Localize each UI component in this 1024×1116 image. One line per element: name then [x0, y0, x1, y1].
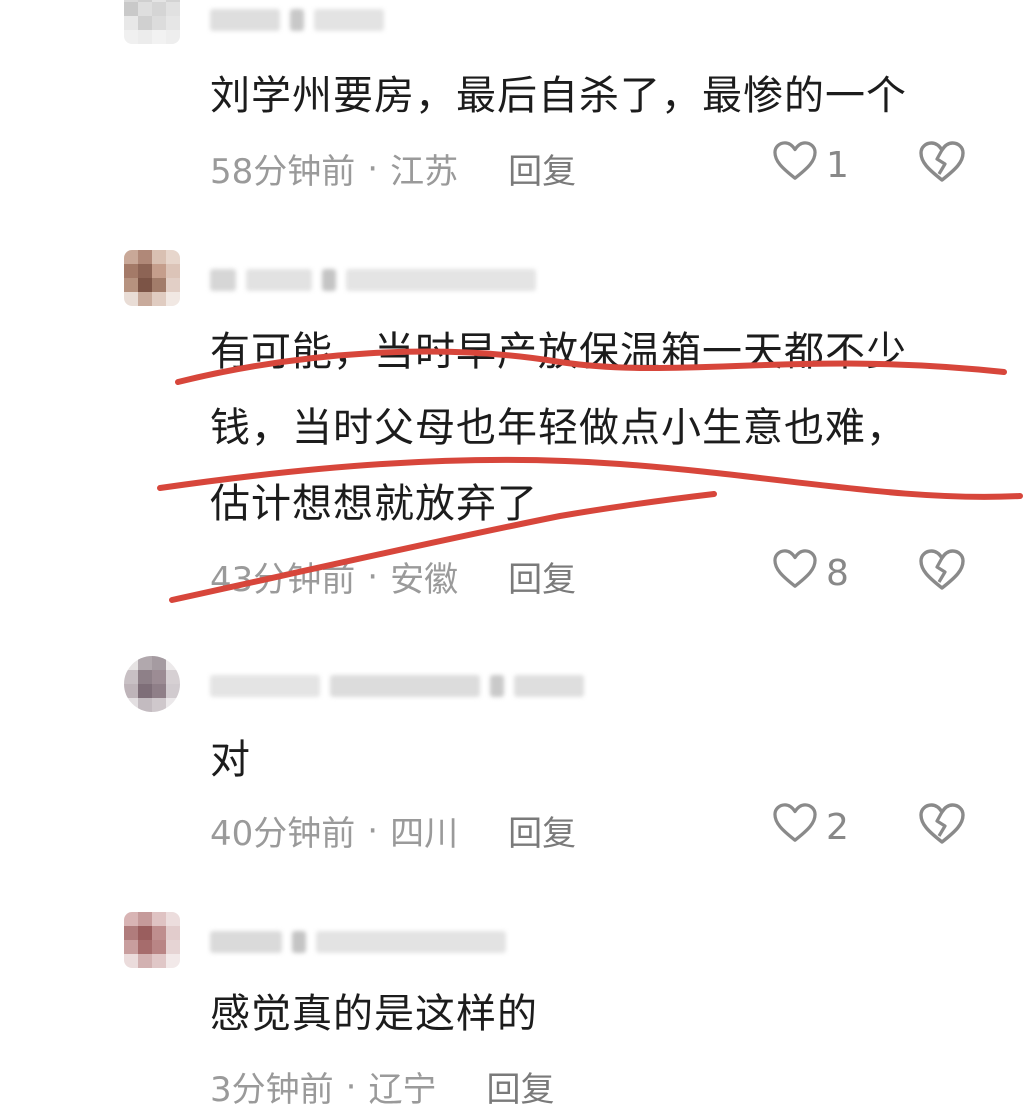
comment-text-line: 估计想想就放弃了: [210, 481, 538, 527]
comment-location: 安徽: [390, 560, 459, 600]
username-blurred[interactable]: [210, 6, 384, 34]
heart-outline-icon: [772, 140, 826, 191]
reply-button[interactable]: 回复: [486, 1062, 554, 1111]
avatar[interactable]: [124, 0, 180, 44]
comment-text-line: 刘学州要房，最后自杀了，最惨的一个: [210, 73, 907, 119]
comment-location: 江苏: [390, 152, 459, 192]
like-count: 8: [826, 553, 849, 594]
dislike-button[interactable]: [918, 548, 966, 596]
like-button[interactable]: 8: [772, 548, 849, 599]
broken-heart-icon: [918, 549, 966, 596]
comment-meta: 58分钟前 · 江苏 回复: [210, 144, 576, 193]
comment-text-line: 对: [210, 737, 251, 783]
comment-text: 有可能，当时早产放保温箱一天都不少 钱，当时父母也年轻做点小生意也难， 估计想想…: [210, 314, 907, 542]
comment-location: 四川: [390, 814, 459, 854]
comment-text-line: 钱，当时父母也年轻做点小生意也难，: [210, 405, 907, 451]
broken-heart-icon: [918, 803, 966, 850]
username-blurred[interactable]: [210, 266, 536, 294]
heart-outline-icon: [772, 802, 826, 853]
like-count: 1: [826, 145, 849, 186]
username-blurred[interactable]: [210, 672, 584, 700]
comment-time: 3分钟前: [210, 1070, 334, 1110]
avatar[interactable]: [124, 912, 180, 968]
like-button[interactable]: 1: [772, 140, 849, 191]
comment-text: 刘学州要房，最后自杀了，最惨的一个: [210, 58, 907, 134]
dislike-button[interactable]: [918, 140, 966, 188]
comment-text: 感觉真的是这样的: [210, 976, 538, 1052]
reply-button[interactable]: 回复: [508, 806, 576, 855]
dislike-button[interactable]: [918, 802, 966, 850]
comment-time: 40分钟前: [210, 814, 356, 854]
like-button[interactable]: 2: [772, 802, 849, 853]
comment-meta: 43分钟前 · 安徽 回复: [210, 552, 576, 601]
meta-separator: ·: [367, 556, 379, 597]
meta-separator: ·: [345, 1066, 357, 1107]
comment-meta: 40分钟前 · 四川 回复: [210, 806, 576, 855]
comment-time: 43分钟前: [210, 560, 356, 600]
avatar[interactable]: [124, 250, 180, 306]
reply-button[interactable]: 回复: [508, 552, 576, 601]
reply-button[interactable]: 回复: [508, 144, 576, 193]
comment-meta: 3分钟前 · 辽宁 回复: [210, 1062, 554, 1111]
like-count: 2: [826, 807, 849, 848]
comment-text-line: 有可能，当时早产放保温箱一天都不少: [210, 329, 907, 375]
meta-separator: ·: [367, 810, 379, 851]
avatar[interactable]: [124, 656, 180, 712]
username-blurred[interactable]: [210, 928, 506, 956]
comment-location: 辽宁: [368, 1070, 437, 1110]
comment-time: 58分钟前: [210, 152, 356, 192]
heart-outline-icon: [772, 548, 826, 599]
broken-heart-icon: [918, 141, 966, 188]
meta-separator: ·: [367, 148, 379, 189]
comment-text: 对: [210, 722, 251, 798]
comment-text-line: 感觉真的是这样的: [210, 991, 538, 1037]
